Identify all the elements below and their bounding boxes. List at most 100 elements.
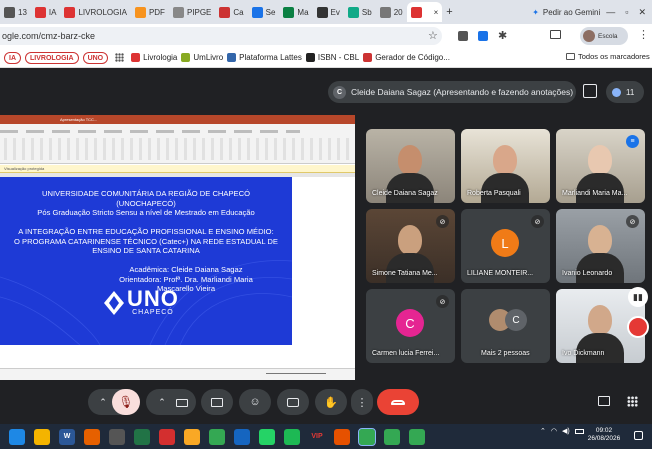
chrome-2-icon[interactable]: [384, 428, 400, 445]
cast-icon[interactable]: [550, 30, 561, 39]
chevron-up-tray-icon[interactable]: ⌃: [540, 427, 546, 435]
participant-tile[interactable]: Cleide Daiana Sagaz: [366, 129, 455, 203]
vip-icon[interactable]: VIP: [309, 428, 325, 445]
spotify-icon[interactable]: [284, 428, 300, 445]
volume-icon[interactable]: ◀): [562, 427, 570, 435]
chrome-3-icon[interactable]: [409, 428, 425, 445]
store-icon[interactable]: [34, 428, 50, 445]
bookmark-item[interactable]: UmLivro: [181, 53, 223, 62]
browser-tab-strip: 13 IA LIVROLOGIA PDF PIPGE Ca Se Ma Ev Sb 20 × + ✦ Ped…: [0, 0, 652, 24]
maximize-icon[interactable]: ▫: [625, 7, 628, 18]
slide-canvas[interactable]: UNIVERSIDADE COMUNITÁRIA DA REGIÃO DE CH…: [0, 177, 292, 345]
leave-call-button[interactable]: [377, 389, 419, 415]
present-icon: [211, 397, 223, 407]
close-window-icon[interactable]: ✕: [638, 7, 646, 18]
present-button[interactable]: [201, 389, 233, 415]
chrome-icon[interactable]: [209, 428, 225, 445]
browser-tab[interactable]: 20: [376, 2, 407, 22]
profile-button[interactable]: Escola: [580, 27, 628, 45]
star-icon[interactable]: ☆: [428, 29, 438, 42]
bookmark-favicon-icon: [181, 53, 191, 62]
no-present-icon[interactable]: [583, 84, 597, 98]
chrome-active-icon[interactable]: [358, 427, 376, 446]
bookmark-item[interactable]: ISBN - CBL: [305, 53, 359, 62]
participant-tile[interactable]: C Mais 2 pessoas: [461, 289, 550, 363]
chevron-up-icon: ⌃: [99, 396, 107, 407]
bookmark-pill[interactable]: UNO: [82, 51, 109, 64]
apps-grid-icon[interactable]: [627, 396, 638, 407]
uno-logo-mark: [104, 291, 124, 315]
tab-label: LIVROLOGIA: [78, 7, 127, 17]
more-options-button[interactable]: ⋮: [351, 389, 373, 415]
captions-button[interactable]: [277, 389, 309, 415]
bookmark-pill[interactable]: LIVROLOGIA: [25, 51, 79, 64]
participant-tile[interactable]: L LILIANE MONTEIR... ⊘: [461, 209, 550, 283]
excel-icon[interactable]: [134, 428, 150, 445]
camera-icon[interactable]: [176, 399, 188, 407]
side-panel-button[interactable]: ▮▮: [628, 287, 648, 307]
participant-video-face: [588, 225, 612, 255]
browser-tab[interactable]: PDF: [131, 2, 169, 22]
ribbon-groups: [4, 138, 349, 160]
extension-float-button[interactable]: [627, 316, 649, 338]
acrobat-icon[interactable]: [159, 428, 175, 445]
presenter-chip[interactable]: C Cleide Daiana Sagaz (Apresentando e fa…: [328, 81, 576, 103]
wifi-icon[interactable]: ◠: [551, 427, 557, 435]
minimize-icon[interactable]: —: [606, 7, 615, 18]
close-tab-icon[interactable]: ×: [434, 8, 439, 17]
gemini-button[interactable]: ✦ Pedir ao Gemini: [532, 8, 606, 17]
ppt-zoom-slider[interactable]: [266, 373, 326, 374]
slide-line: O PROGRAMA CATARINENSE TÉCNICO (Catec+) …: [14, 236, 278, 246]
browser-tab[interactable]: IA: [31, 2, 61, 22]
browser-tab[interactable]: Ca: [215, 2, 247, 22]
camera-options-button[interactable]: ⌃: [146, 389, 196, 415]
bookmark-item[interactable]: Livrologia: [131, 53, 177, 62]
browser-tab[interactable]: 13: [0, 2, 31, 22]
mic-toggle-button[interactable]: 🎙: [112, 389, 140, 415]
notification-icon[interactable]: [634, 431, 643, 440]
browser-tab[interactable]: PIPGE: [169, 2, 215, 22]
bookmark-pill[interactable]: IA: [4, 51, 21, 64]
tab-favicon-icon: [34, 6, 46, 18]
bookmark-label: UmLivro: [193, 53, 224, 62]
menu-icon[interactable]: ⋮: [638, 28, 649, 41]
windows-start-icon[interactable]: [9, 428, 25, 445]
raise-hand-button[interactable]: ✋: [315, 389, 347, 415]
word-icon[interactable]: W: [59, 428, 75, 445]
puzzle-icon[interactable]: ✱: [498, 29, 507, 42]
all-bookmarks[interactable]: Todos os marcadores: [566, 52, 650, 61]
url-field[interactable]: ogle.com/cmz-barz-cke: [0, 27, 442, 45]
participant-tile[interactable]: Simone Tatiana Me... ⊘: [366, 209, 455, 283]
window-controls[interactable]: — ▫ ✕: [606, 7, 652, 18]
extension-icon-1[interactable]: [458, 31, 468, 41]
battery-icon[interactable]: [574, 428, 584, 434]
whatsapp-icon[interactable]: [259, 428, 275, 445]
browser-tab[interactable]: Se: [248, 2, 280, 22]
more-vert-icon: ⋮: [356, 396, 368, 409]
participant-tile[interactable]: Ivanio Leonardo ⊘: [556, 209, 645, 283]
firefox-icon[interactable]: [84, 428, 100, 445]
explorer-icon[interactable]: [184, 428, 200, 445]
participant-count[interactable]: 11: [606, 81, 644, 103]
participant-tile[interactable]: Marliandi Maria Ma... ≡: [556, 129, 645, 203]
participant-tile[interactable]: Roberta Pasquali: [461, 129, 550, 203]
clock[interactable]: 09:02 26/08/2026: [584, 427, 624, 443]
bookmark-item[interactable]: Gerador de Código...: [363, 53, 450, 62]
participant-tile[interactable]: C Carmen lucia Ferrei... ⊘: [366, 289, 455, 363]
app-icon[interactable]: [334, 428, 350, 445]
snipping-icon[interactable]: [234, 428, 250, 445]
chat-icon[interactable]: [598, 396, 610, 406]
browser-tab[interactable]: ×: [406, 2, 443, 22]
browser-tab[interactable]: Sb: [344, 2, 376, 22]
new-tab-icon[interactable]: +: [446, 6, 452, 18]
browser-tab[interactable]: Ev: [313, 2, 344, 22]
bookmark-item[interactable]: Plataforma Lattes: [227, 53, 302, 62]
emoji-button[interactable]: ☺: [239, 389, 271, 415]
browser-tab[interactable]: Ma: [279, 2, 312, 22]
browser-tab[interactable]: LIVROLOGIA: [60, 2, 130, 22]
participant-avatar: L: [491, 229, 519, 257]
participant-name: Cleide Daiana Sagaz: [372, 190, 438, 197]
calculator-icon[interactable]: [109, 428, 125, 445]
extension-icon-2[interactable]: [478, 31, 488, 41]
apps-icon[interactable]: [115, 53, 125, 62]
